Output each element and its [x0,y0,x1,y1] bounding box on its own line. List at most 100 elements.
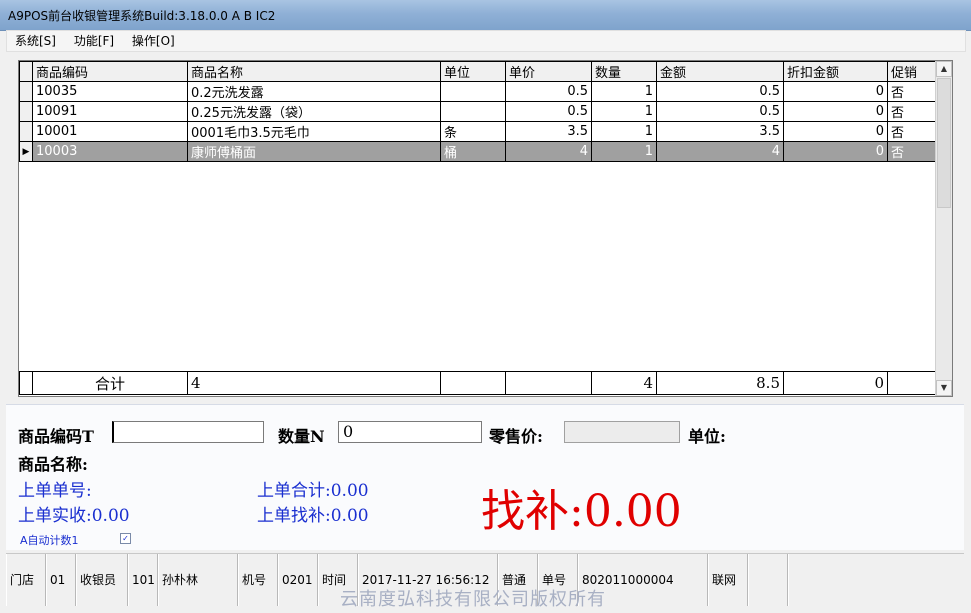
cell-code[interactable]: 10001 [32,121,188,142]
totals-amount: 8.5 [656,371,784,395]
scroll-thumb[interactable] [937,78,951,208]
last-order-change: 上单找补:0.00 [257,506,369,526]
status-blank-2 [788,554,964,606]
item-grid[interactable]: 商品编码 商品名称 单位 单价 数量 金额 折扣金额 促销 10035 0.2元… [18,60,953,397]
row-indicator [19,121,33,142]
code-label: 商品编码T [18,427,94,446]
totals-indicator [19,371,33,395]
totals-label: 合计 [32,371,188,395]
column-header-code[interactable]: 商品编码 [32,61,188,82]
unit-label: 单位: [688,427,726,446]
cell-price[interactable]: 4 [505,141,592,162]
cashier-id: 101 [128,554,158,606]
code-input[interactable] [112,421,264,443]
row-indicator [19,81,33,102]
cell-discount[interactable]: 0 [783,121,888,142]
totals-discount: 0 [783,371,888,395]
cell-amount[interactable]: 0.5 [656,101,784,122]
cell-unit[interactable] [440,81,506,102]
machine-label: 机号 [238,554,278,606]
column-header-unit[interactable]: 单位 [440,61,506,82]
store-value: 01 [46,554,76,606]
menu-operation[interactable]: 操作[O] [124,31,181,49]
cell-amount[interactable]: 3.5 [656,121,784,142]
cell-code[interactable]: 10003 [32,141,188,162]
totals-count: 4 [187,371,441,395]
last-order-no: 上单单号: [18,481,92,501]
menu-function[interactable]: 功能[F] [66,31,120,49]
entry-panel: 商品编码T 数量N 0 零售价: 单位: 商品名称: 上单单号: 上单实收:0.… [6,404,964,550]
cell-promo[interactable]: 否 [887,121,936,142]
status-blank-1 [748,554,788,606]
column-header-promo[interactable]: 促销 [887,61,936,82]
price-field [564,421,680,443]
network-status: 联网 [708,554,748,606]
qty-label: 数量N [278,427,325,446]
table-row-selected[interactable]: ▶ 10003 康师傅桶面 桶 4 1 4 0 否 [19,141,936,162]
cashier-name: 孙朴林 [158,554,238,606]
auto-count-checkbox[interactable]: ✓ [120,533,131,544]
window-title: A9POS前台收银管理系统Build:3.18.0.0 A B IC2 [8,9,276,23]
cell-price[interactable]: 0.5 [505,81,592,102]
totals-price [505,371,592,395]
cell-name[interactable]: 0001毛巾3.5元毛巾 [187,121,441,142]
table-row[interactable]: 10035 0.2元洗发露 0.5 1 0.5 0 否 [19,81,936,102]
cell-qty[interactable]: 1 [591,121,657,142]
name-label: 商品名称: [18,455,88,474]
column-header-discount[interactable]: 折扣金额 [783,61,888,82]
store-label: 门店 [6,554,46,606]
cell-code[interactable]: 10091 [32,101,188,122]
scroll-down-icon[interactable]: ▼ [936,380,952,396]
cell-promo[interactable]: 否 [887,81,936,102]
cell-amount[interactable]: 0.5 [656,81,784,102]
cell-unit[interactable] [440,101,506,122]
change-display: 找补:0.00 [481,486,682,537]
grid-header-row: 商品编码 商品名称 单位 单价 数量 金额 折扣金额 促销 [19,61,936,82]
scroll-up-icon[interactable]: ▲ [936,61,952,77]
cell-unit[interactable]: 桶 [440,141,506,162]
cell-name[interactable]: 0.25元洗发露（袋） [187,101,441,122]
cell-discount[interactable]: 0 [783,101,888,122]
cell-price[interactable]: 0.5 [505,101,592,122]
cell-discount[interactable]: 0 [783,141,888,162]
cell-qty[interactable]: 1 [591,101,657,122]
cell-code[interactable]: 10035 [32,81,188,102]
column-header-price[interactable]: 单价 [505,61,592,82]
cell-name[interactable]: 0.2元洗发露 [187,81,441,102]
grid-scrollbar[interactable]: ▲ ▼ [935,61,952,396]
cashier-label: 收银员 [76,554,128,606]
last-order-total: 上单合计:0.00 [257,481,369,501]
table-row[interactable]: 10001 0001毛巾3.5元毛巾 条 3.5 1 3.5 0 否 [19,121,936,142]
cell-discount[interactable]: 0 [783,81,888,102]
qty-input[interactable]: 0 [338,421,482,443]
title-ghost-1 [310,4,368,26]
totals-promo [887,371,936,395]
row-indicator [19,101,33,122]
column-header-amount[interactable]: 金额 [656,61,784,82]
auto-count-label: A自动计数1 [20,534,79,547]
current-row-arrow-icon: ▶ [19,141,33,162]
menu-bar: 系统[S] 功能[F] 操作[O] [6,30,966,52]
cell-price[interactable]: 3.5 [505,121,592,142]
cell-promo[interactable]: 否 [887,101,936,122]
totals-row: 合计 4 4 8.5 0 [19,371,936,395]
menu-system[interactable]: 系统[S] [7,31,62,49]
item-table: 商品编码 商品名称 单位 单价 数量 金额 折扣金额 促销 10035 0.2元… [19,61,936,162]
cell-amount[interactable]: 4 [656,141,784,162]
column-header-name[interactable]: 商品名称 [187,61,441,82]
cell-qty[interactable]: 1 [591,141,657,162]
price-label: 零售价: [489,427,543,446]
totals-qty: 4 [591,371,657,395]
cell-unit[interactable]: 条 [440,121,506,142]
column-header-qty[interactable]: 数量 [591,61,657,82]
machine-value: 0201 [278,554,318,606]
copyright-watermark: 云南度弘科技有限公司版权所有 [340,589,606,610]
row-indicator-header [19,61,33,82]
cell-promo[interactable]: 否 [887,141,936,162]
table-row[interactable]: 10091 0.25元洗发露（袋） 0.5 1 0.5 0 否 [19,101,936,122]
totals-unit [440,371,506,395]
title-bar: A9POS前台收银管理系统Build:3.18.0.0 A B IC2 [0,0,971,31]
cell-name[interactable]: 康师傅桶面 [187,141,441,162]
last-order-received: 上单实收:0.00 [18,506,130,526]
cell-qty[interactable]: 1 [591,81,657,102]
